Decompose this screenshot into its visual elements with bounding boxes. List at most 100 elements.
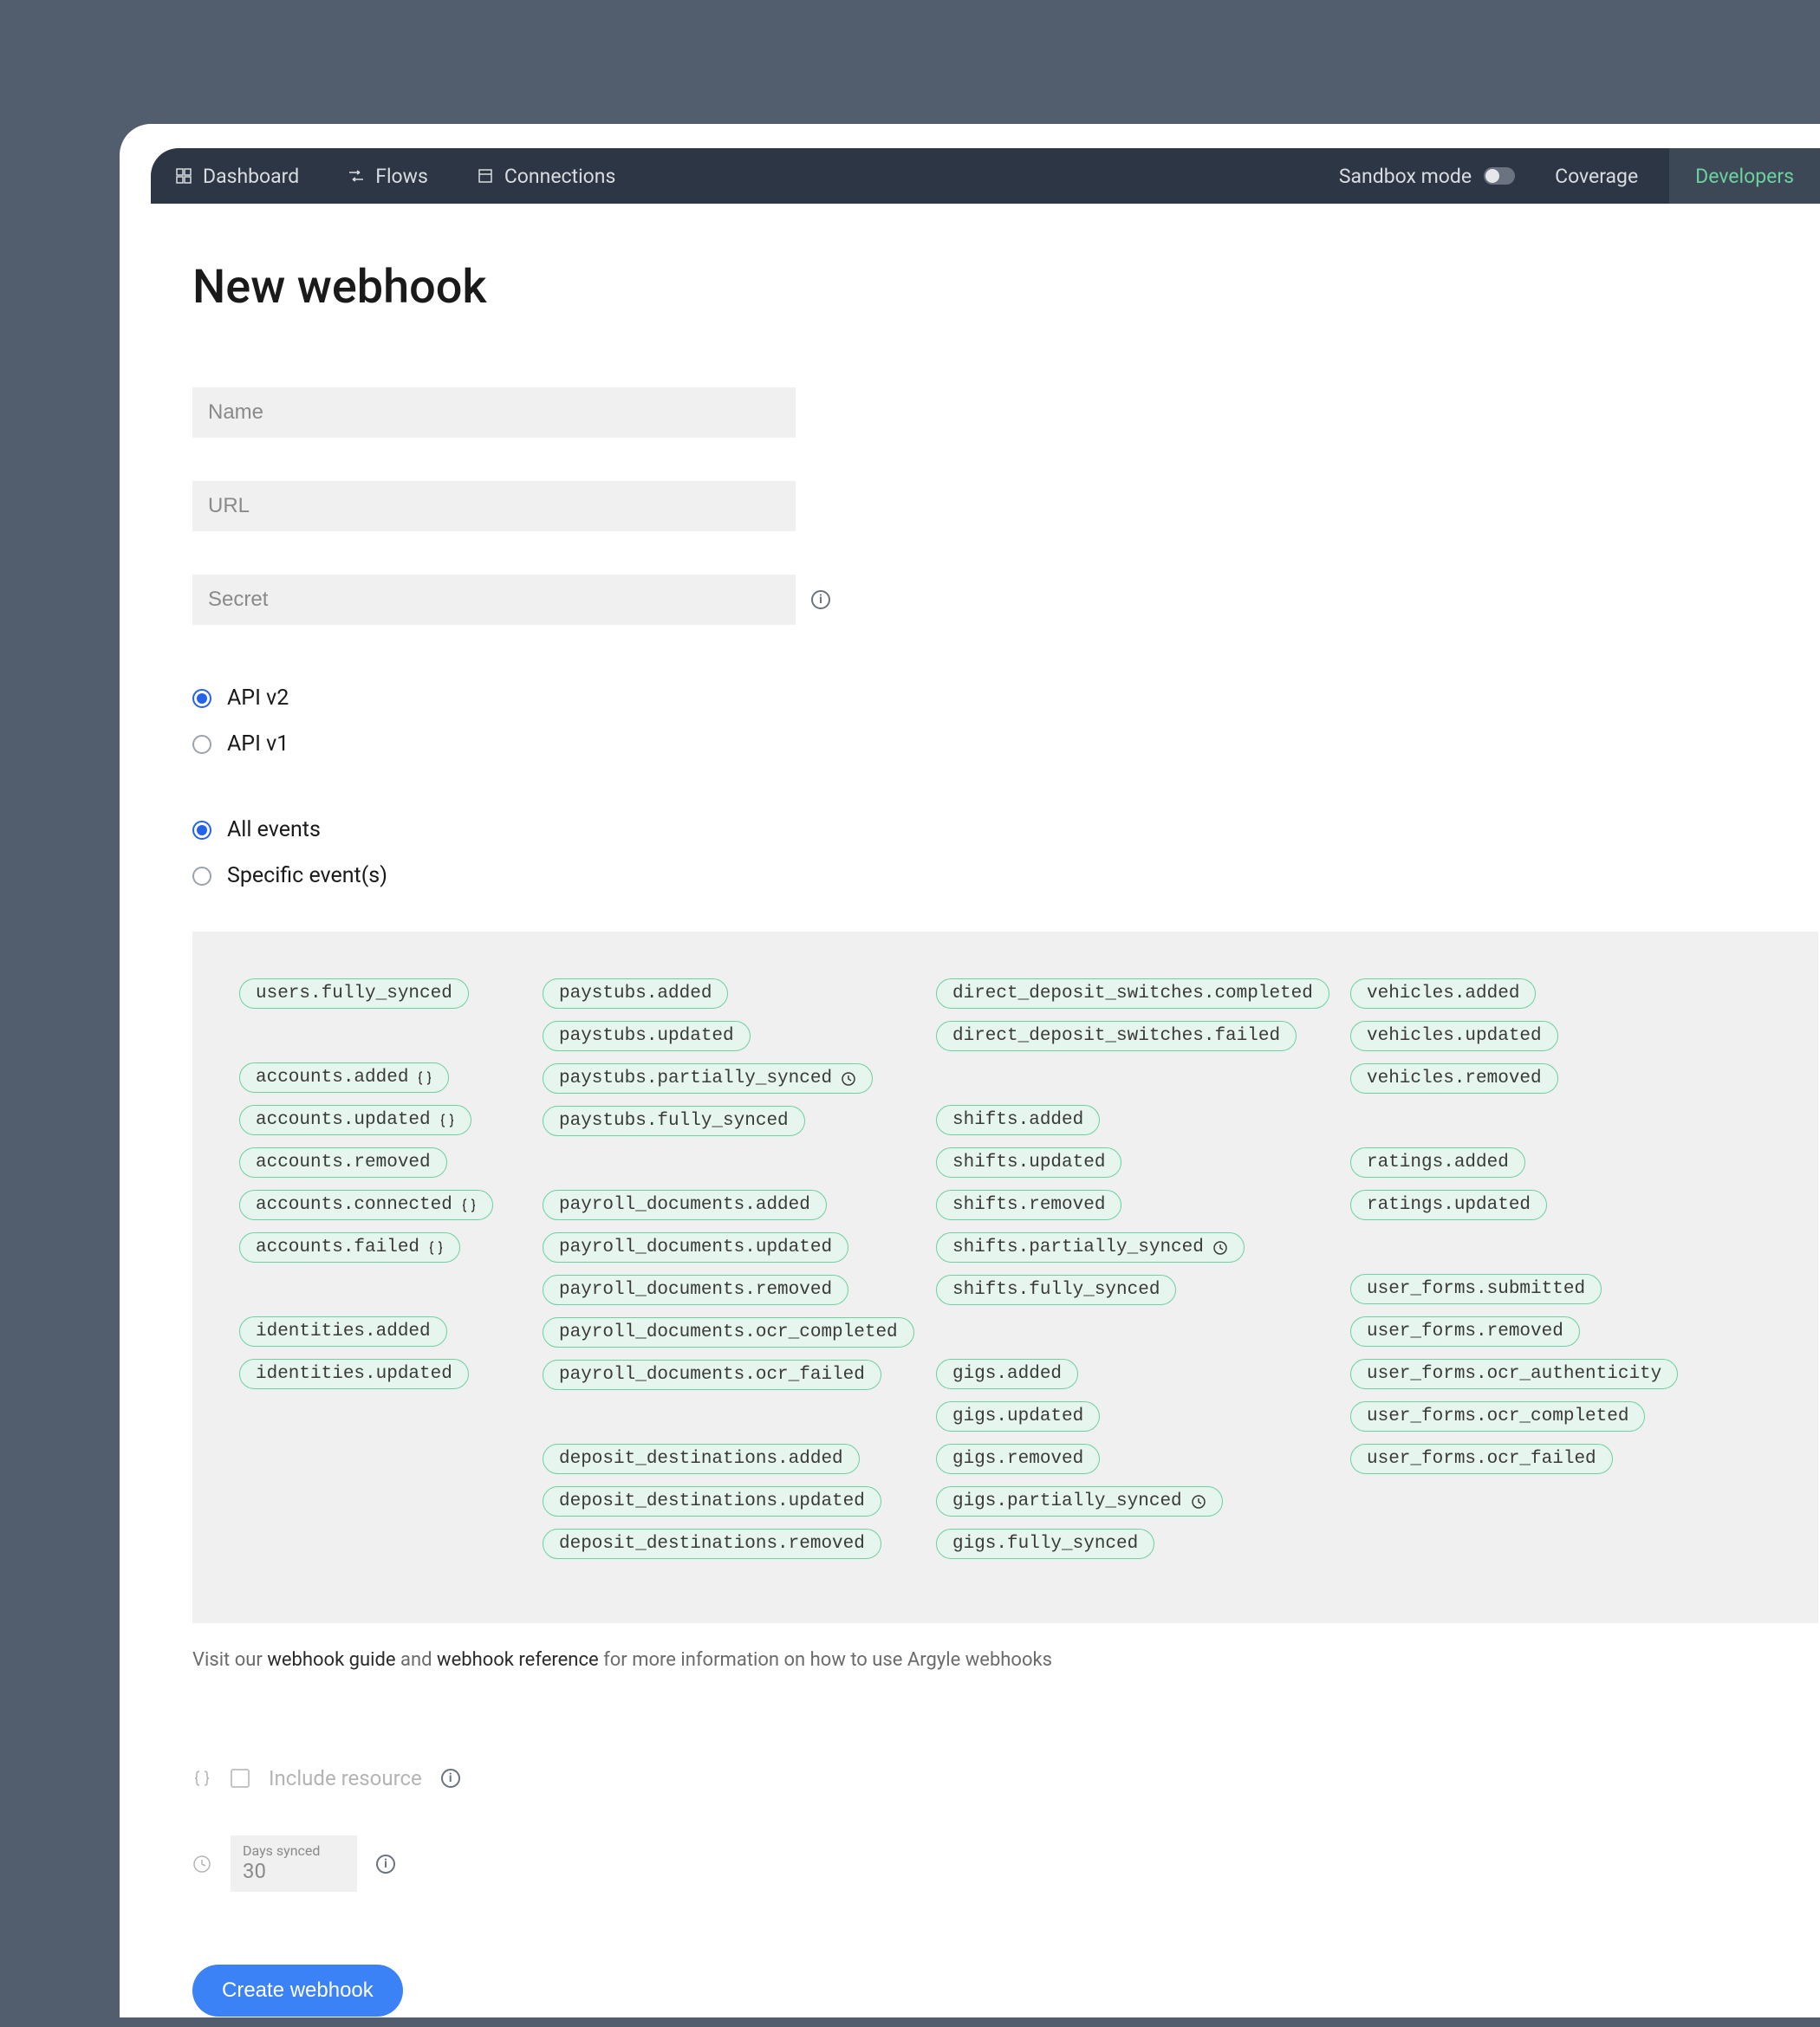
- event-pill-label: accounts.failed: [256, 1238, 419, 1257]
- event-pill[interactable]: user_forms.ocr_authenticity: [1350, 1359, 1678, 1389]
- braces-icon: [417, 1070, 432, 1086]
- event-pill[interactable]: gigs.fully_synced: [936, 1529, 1154, 1559]
- nav-coverage[interactable]: Coverage: [1555, 165, 1638, 188]
- event-pill[interactable]: gigs.updated: [936, 1401, 1100, 1432]
- sandbox-toggle[interactable]: [1484, 167, 1515, 185]
- days-synced-input[interactable]: Days synced 30: [231, 1835, 357, 1892]
- url-input[interactable]: [192, 481, 796, 531]
- info-icon[interactable]: i: [376, 1855, 395, 1874]
- radio-label: Specific event(s): [227, 863, 387, 888]
- event-pill[interactable]: paystubs.updated: [543, 1021, 751, 1051]
- event-pill[interactable]: gigs.partially_synced: [936, 1486, 1223, 1517]
- event-pill[interactable]: identities.updated: [239, 1359, 469, 1389]
- event-pill-label: identities.added: [256, 1322, 431, 1342]
- radio-icon: [192, 867, 211, 886]
- event-pill-label: accounts.removed: [256, 1153, 431, 1173]
- event-pill-label: direct_deposit_switches.failed: [952, 1026, 1280, 1046]
- radio-api-v1[interactable]: API v1: [192, 731, 1733, 757]
- event-pill[interactable]: shifts.updated: [936, 1147, 1121, 1178]
- event-pill[interactable]: payroll_documents.added: [543, 1190, 827, 1220]
- event-pill-label: vehicles.updated: [1367, 1026, 1542, 1046]
- event-pill[interactable]: accounts.updated: [239, 1105, 471, 1135]
- clock-icon: [1191, 1494, 1206, 1510]
- event-pill-label: gigs.added: [952, 1364, 1062, 1384]
- webhook-reference-link[interactable]: webhook reference: [437, 1649, 599, 1671]
- event-pill[interactable]: shifts.fully_synced: [936, 1275, 1176, 1305]
- event-pill[interactable]: deposit_destinations.added: [543, 1444, 860, 1474]
- event-pill-label: deposit_destinations.added: [559, 1449, 843, 1469]
- event-pill[interactable]: gigs.added: [936, 1359, 1078, 1389]
- event-pill[interactable]: gigs.removed: [936, 1444, 1100, 1474]
- events-col-3: direct_deposit_switches.completed direct_…: [936, 978, 1350, 1571]
- create-webhook-button[interactable]: Create webhook: [192, 1965, 403, 2017]
- api-version-group: API v2 API v1: [192, 685, 1733, 757]
- nav-developers[interactable]: Developers: [1669, 148, 1820, 204]
- radio-all-events[interactable]: All events: [192, 817, 1733, 842]
- radio-icon: [192, 735, 211, 754]
- webhook-guide-link[interactable]: webhook guide: [267, 1649, 395, 1671]
- event-pill[interactable]: shifts.partially_synced: [936, 1232, 1245, 1263]
- secret-input[interactable]: [192, 575, 796, 625]
- radio-api-v2[interactable]: API v2: [192, 685, 1733, 711]
- events-col-4: vehicles.added vehicles.updated vehicles.r…: [1350, 978, 1678, 1571]
- clock-icon: [1212, 1240, 1228, 1256]
- include-resource-checkbox[interactable]: [231, 1769, 250, 1788]
- event-pill-label: payroll_documents.ocr_failed: [559, 1365, 865, 1385]
- event-pill[interactable]: ratings.updated: [1350, 1190, 1547, 1220]
- event-pill[interactable]: vehicles.removed: [1350, 1063, 1558, 1094]
- radio-label: API v2: [227, 685, 289, 711]
- content: New webhook i API v2 API v1 All events S…: [192, 260, 1733, 2017]
- braces-icon: [192, 1769, 211, 1788]
- event-pill-label: gigs.fully_synced: [952, 1534, 1138, 1554]
- event-pill[interactable]: ratings.added: [1350, 1147, 1525, 1178]
- event-pill[interactable]: accounts.failed: [239, 1232, 460, 1263]
- page-title: New webhook: [192, 260, 1733, 315]
- sandbox-toggle-row: Sandbox mode: [1339, 165, 1515, 188]
- days-synced-row: Days synced 30 i: [192, 1835, 1733, 1892]
- event-pill[interactable]: deposit_destinations.removed: [543, 1529, 881, 1559]
- sandbox-label: Sandbox mode: [1339, 165, 1472, 188]
- days-synced-value: 30: [243, 1859, 345, 1883]
- event-pill[interactable]: accounts.removed: [239, 1147, 447, 1178]
- event-pill[interactable]: accounts.added: [239, 1062, 449, 1093]
- connections-icon: [477, 167, 494, 185]
- event-pill[interactable]: paystubs.partially_synced: [543, 1063, 873, 1094]
- event-pill[interactable]: shifts.removed: [936, 1190, 1121, 1220]
- event-pill[interactable]: user_forms.removed: [1350, 1316, 1580, 1347]
- event-pill-label: payroll_documents.updated: [559, 1238, 832, 1257]
- event-pill[interactable]: direct_deposit_switches.completed: [936, 978, 1329, 1009]
- event-pill[interactable]: paystubs.fully_synced: [543, 1106, 805, 1136]
- nav-flows-label: Flows: [375, 165, 428, 188]
- info-icon[interactable]: i: [441, 1769, 460, 1788]
- event-pill[interactable]: user_forms.ocr_failed: [1350, 1444, 1613, 1474]
- nav-connections[interactable]: Connections: [477, 165, 616, 188]
- event-pill-label: shifts.updated: [952, 1153, 1105, 1173]
- event-pill[interactable]: users.fully_synced: [239, 978, 469, 1009]
- name-input[interactable]: [192, 387, 796, 438]
- event-pill[interactable]: accounts.connected: [239, 1190, 493, 1220]
- event-pill[interactable]: payroll_documents.ocr_failed: [543, 1360, 881, 1390]
- nav-connections-label: Connections: [504, 165, 616, 188]
- event-pill[interactable]: payroll_documents.updated: [543, 1232, 848, 1263]
- radio-specific-events[interactable]: Specific event(s): [192, 863, 1733, 888]
- info-icon[interactable]: i: [811, 590, 830, 609]
- radio-label: All events: [227, 817, 321, 842]
- event-scope-group: All events Specific event(s): [192, 817, 1733, 888]
- nav-flows[interactable]: Flows: [348, 165, 428, 188]
- event-pill[interactable]: payroll_documents.ocr_completed: [543, 1317, 914, 1348]
- event-pill[interactable]: user_forms.ocr_completed: [1350, 1401, 1645, 1432]
- events-col-2: paystubs.added paystubs.updated paystubs.p…: [543, 978, 936, 1571]
- event-pill[interactable]: vehicles.added: [1350, 978, 1536, 1009]
- event-pill[interactable]: deposit_destinations.updated: [543, 1486, 881, 1517]
- event-pill[interactable]: payroll_documents.removed: [543, 1275, 848, 1305]
- event-pill-label: vehicles.removed: [1367, 1069, 1542, 1088]
- nav-dashboard[interactable]: Dashboard: [175, 165, 299, 188]
- event-pill[interactable]: direct_deposit_switches.failed: [936, 1021, 1297, 1051]
- event-pill[interactable]: vehicles.updated: [1350, 1021, 1558, 1051]
- event-pill-label: vehicles.added: [1367, 984, 1519, 1004]
- event-pill[interactable]: user_forms.submitted: [1350, 1274, 1602, 1304]
- event-pill[interactable]: shifts.added: [936, 1105, 1100, 1135]
- event-pill[interactable]: paystubs.added: [543, 978, 728, 1009]
- flows-icon: [348, 167, 365, 185]
- event-pill[interactable]: identities.added: [239, 1316, 447, 1347]
